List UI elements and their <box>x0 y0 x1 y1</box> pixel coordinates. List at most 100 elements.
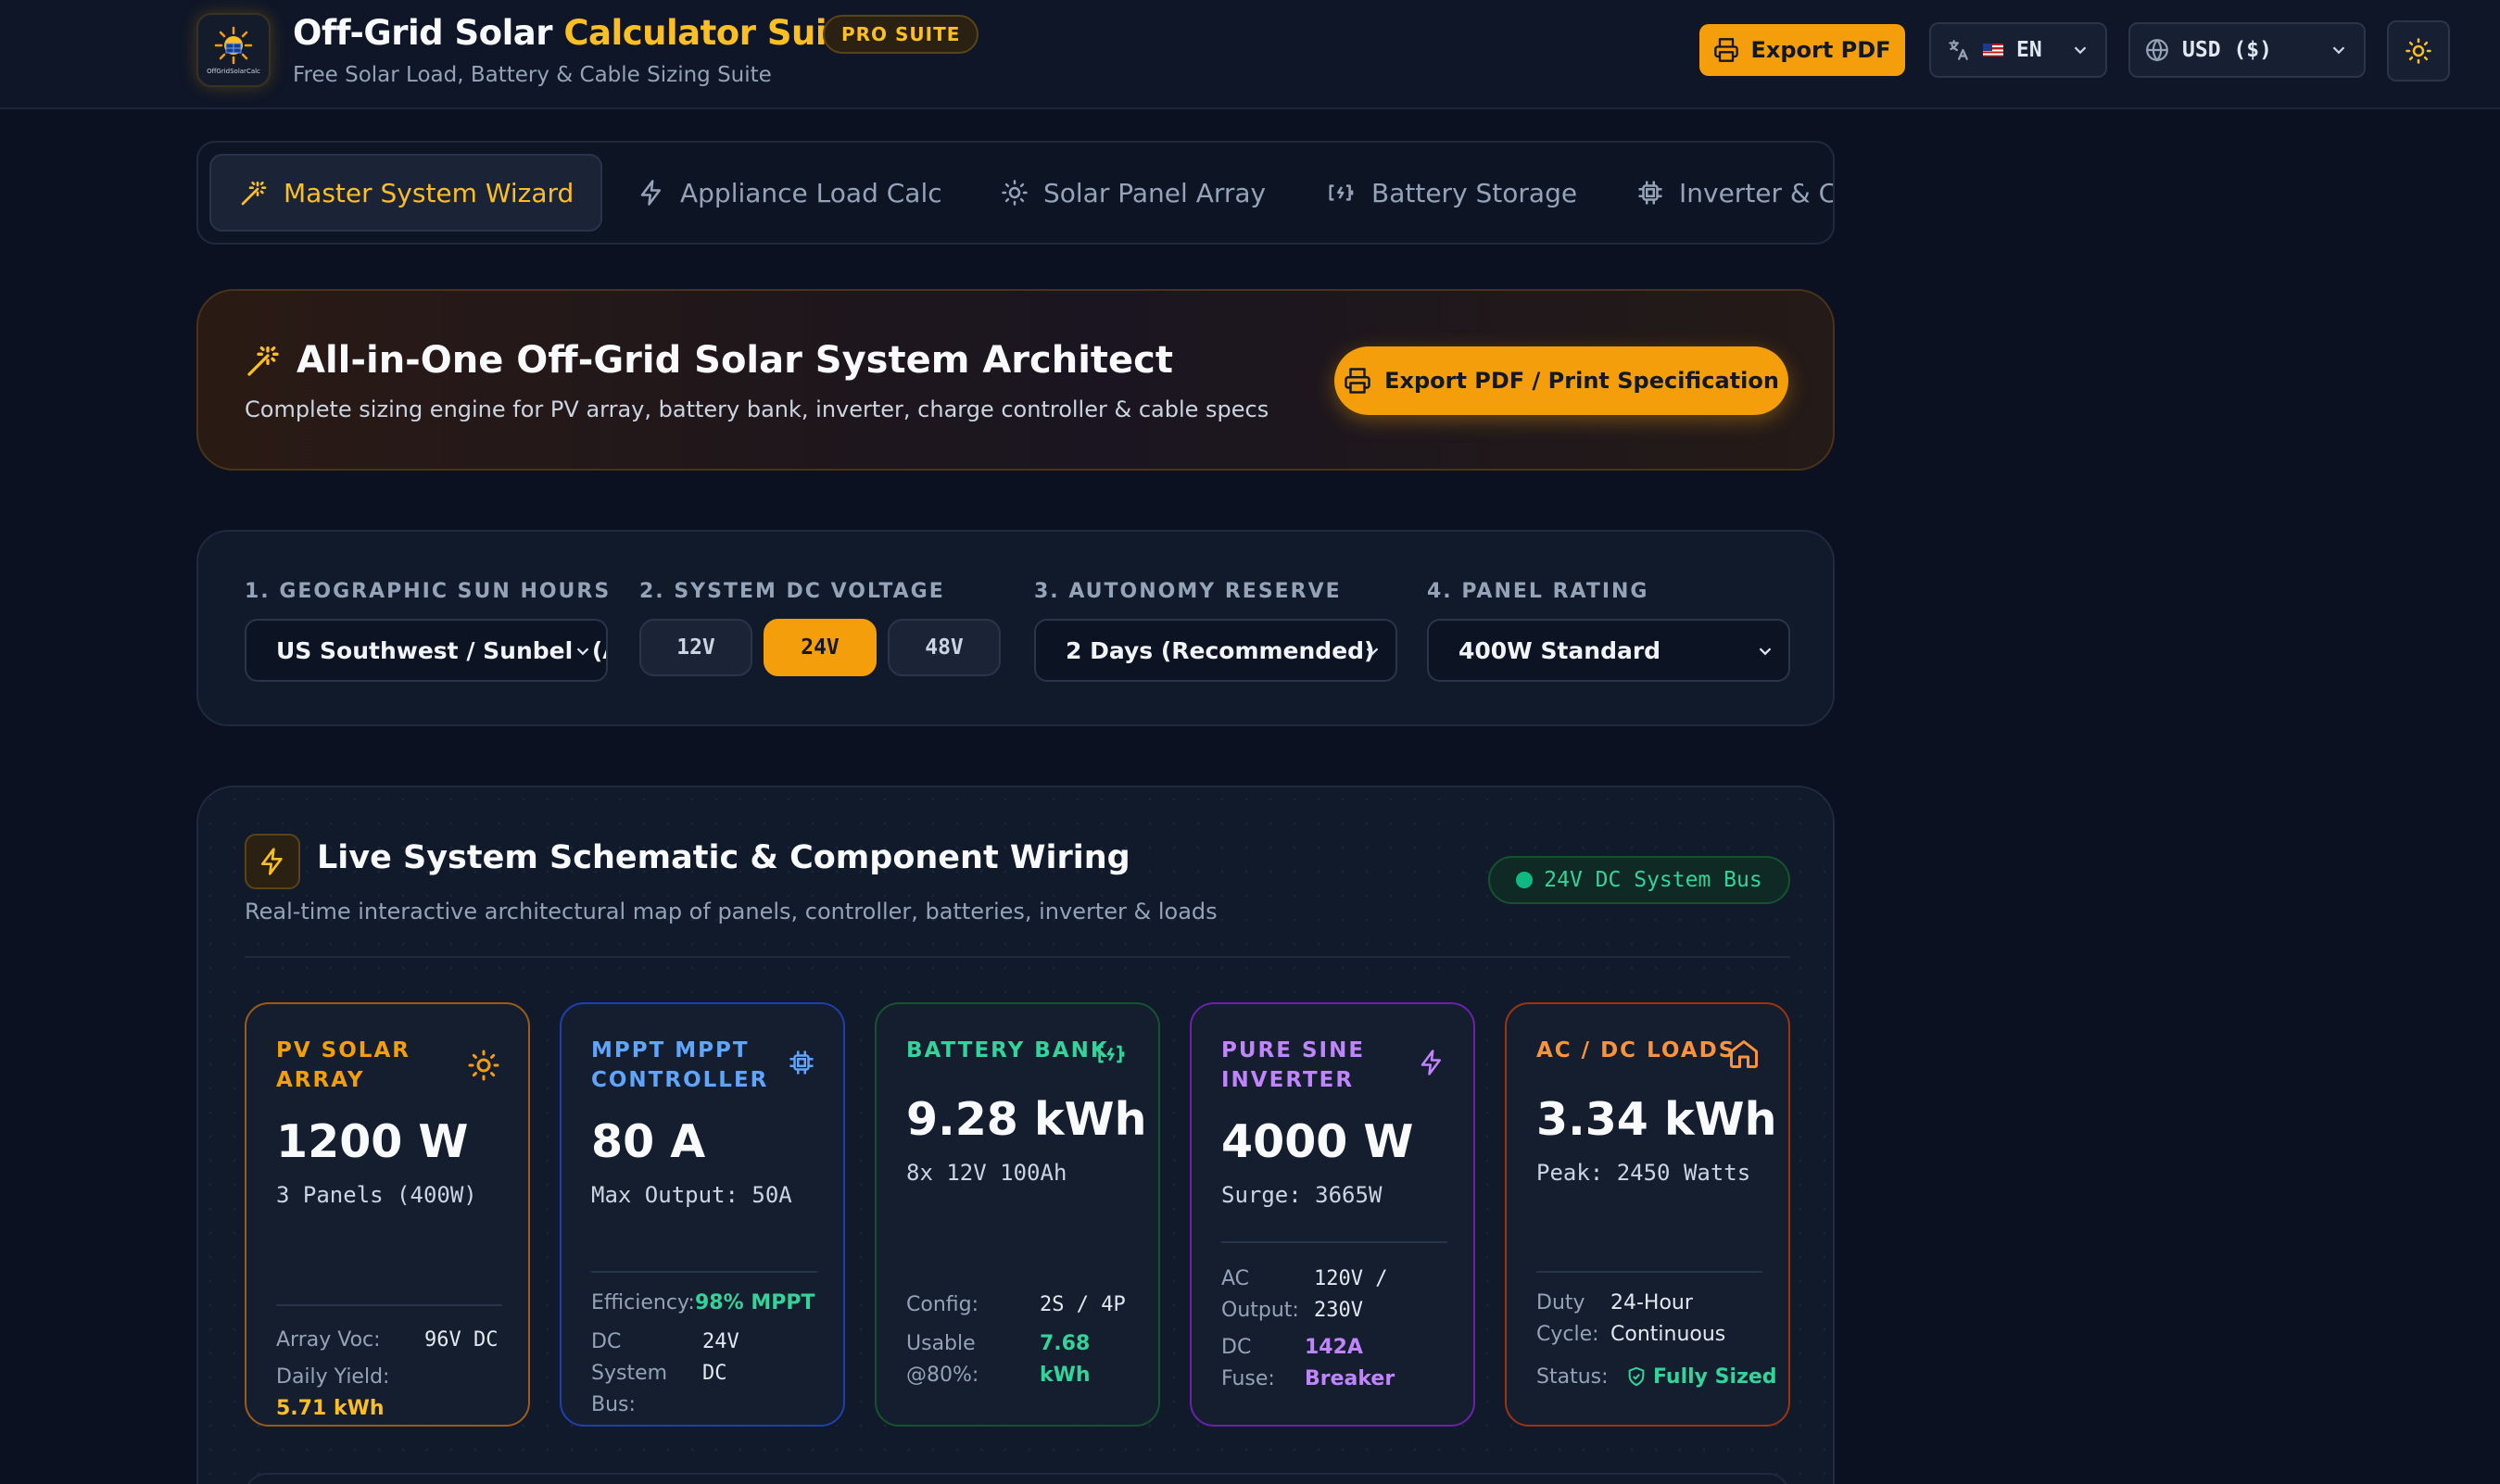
currency-value: USD ($) <box>2182 38 2272 62</box>
card-subtext: Surge: 3665W <box>1221 1182 1383 1208</box>
sun-hours-select[interactable]: US Southwest / Sunbelt (AZ, NV) <box>245 619 608 682</box>
chevron-down-icon <box>2332 46 2345 55</box>
currency-select[interactable]: USD ($) <box>2128 22 2366 78</box>
export-pdf-label: Export PDF <box>1750 37 1891 63</box>
schematic-title: Live System Schematic & Component Wiring <box>317 839 1130 876</box>
card-heading: AC / DC LOADS <box>1536 1038 1736 1063</box>
card-subtext: Max Output: 50A <box>591 1182 792 1208</box>
voltage-option-48v[interactable]: 48V <box>888 619 1001 676</box>
tab-label: Master System Wizard <box>284 177 574 208</box>
language-value: EN <box>2016 38 2042 62</box>
bolt-icon <box>261 848 283 875</box>
tab-label: Solar Panel Array <box>1043 177 1267 208</box>
dc-bus-label: 24V DC System Bus <box>1544 868 1762 892</box>
battery-charging-icon <box>1098 1045 1125 1063</box>
app-subtitle: Free Solar Load, Battery & Cable Sizing … <box>293 63 772 87</box>
sun-hours-label: 1. GEOGRAPHIC SUN HOURS <box>245 580 612 603</box>
sun-icon <box>2405 38 2431 64</box>
tab-master-system-wizard[interactable]: Master System Wizard <box>209 154 602 232</box>
calculator-tabs: Master System Wizard Appliance Load Calc… <box>196 141 1835 245</box>
app-title-main: Off-Grid Solar <box>293 13 553 53</box>
card-spec-efficiency: Efficiency:98% MPPT <box>591 1291 815 1314</box>
chevron-down-icon <box>1759 648 1772 656</box>
hero-title: All-in-One Off-Grid Solar System Archite… <box>245 339 1173 382</box>
card-subtext: 8x 12V 100Ah <box>906 1160 1067 1186</box>
chevron-down-icon <box>1366 648 1379 656</box>
schematic-subtitle: Real-time interactive architectural map … <box>245 899 1218 924</box>
card-spec-array-voc: Array Voc: 96V DC <box>276 1328 499 1352</box>
voltage-option-12v[interactable]: 12V <box>639 619 752 676</box>
card-spec-config: Config: 2S / 4P <box>906 1293 1126 1316</box>
card-value: 4000 W <box>1221 1115 1414 1168</box>
card-value: 9.28 kWh <box>906 1093 1147 1146</box>
theme-toggle-button[interactable] <box>2387 20 2450 82</box>
card-spec-usable: Usable @80%:7.68 kWh <box>906 1332 1091 1387</box>
bolt-icon <box>640 180 661 206</box>
battery-charging-icon <box>1329 184 1354 201</box>
chip-icon <box>789 1050 814 1075</box>
pure-sine-inverter-card[interactable]: PURE SINE INVERTER 4000 W Surge: 3665W A… <box>1190 1002 1475 1427</box>
card-heading: PV SOLAR ARRAY <box>276 1038 410 1092</box>
schematic-icon-box <box>245 834 300 889</box>
print-specification-button[interactable]: Export PDF / Print Specification <box>1334 346 1788 415</box>
tab-label: Battery Storage <box>1371 177 1578 208</box>
divider <box>1536 1271 1762 1273</box>
tab-inverter[interactable]: Inverter & C <box>1636 154 1835 232</box>
voltage-option-24v[interactable]: 24V <box>764 619 877 676</box>
dc-bus-badge: 24V DC System Bus <box>1488 856 1790 904</box>
export-pdf-button[interactable]: Export PDF <box>1699 24 1905 76</box>
shield-check-icon <box>1628 1366 1645 1387</box>
mppt-controller-card[interactable]: MPPT MPPT CONTROLLER 80 A Max Output: 50… <box>560 1002 845 1427</box>
card-subtext: 3 Panels (400W) <box>276 1182 477 1208</box>
hero-subtitle: Complete sizing engine for PV array, bat… <box>245 396 1269 422</box>
card-spec-ac-output: AC Output:120V / 230V <box>1221 1267 1388 1322</box>
divider <box>276 1304 502 1306</box>
card-spec-duty-cycle: Duty Cycle:24-Hour Continuous <box>1536 1291 1726 1346</box>
card-spec-daily-yield: Daily Yield:5.71 kWh <box>276 1365 390 1420</box>
next-section-edge <box>245 1473 1790 1484</box>
card-heading: PURE SINE INVERTER <box>1221 1038 1366 1092</box>
tab-solar-panel-array[interactable]: Solar Panel Array <box>1001 154 1266 232</box>
card-heading: MPPT MPPT CONTROLLER <box>591 1038 769 1092</box>
dc-voltage-label: 2. SYSTEM DC VOLTAGE <box>639 580 945 603</box>
chevron-down-icon <box>2074 46 2087 55</box>
card-value: 1200 W <box>276 1115 469 1168</box>
battery-bank-card[interactable]: BATTERY BANK 9.28 kWh 8x 12V 100Ah Confi… <box>875 1002 1160 1427</box>
chevron-down-icon <box>573 641 593 661</box>
sun-logo-icon <box>214 26 253 65</box>
panel-rating-label: 4. PANEL RATING <box>1427 580 1649 603</box>
ac-dc-loads-card[interactable]: AC / DC LOADS 3.34 kWh Peak: 2450 Watts … <box>1505 1002 1790 1427</box>
divider <box>591 1271 817 1273</box>
sun-icon <box>468 1050 499 1081</box>
panel-rating-select[interactable]: 400W Standard <box>1427 619 1790 682</box>
sun-icon <box>1002 180 1028 206</box>
magic-wand-icon <box>241 182 267 206</box>
app-header: OffGridSolarCalc Off-Grid Solar Calculat… <box>0 0 2500 109</box>
status-dot <box>1516 872 1534 888</box>
tab-label: Appliance Load Calc <box>680 177 942 208</box>
card-heading: BATTERY BANK <box>906 1038 1109 1063</box>
autonomy-select[interactable]: 2 Days (Recommended) <box>1034 619 1397 682</box>
logo-text: OffGridSolarCalc <box>207 68 260 75</box>
app-logo[interactable]: OffGridSolarCalc <box>196 13 271 87</box>
tab-appliance-load-calc[interactable]: Appliance Load Calc <box>638 154 942 232</box>
language-select[interactable]: EN <box>1929 22 2107 78</box>
translate-icon <box>1949 40 1968 60</box>
card-subtext: Peak: 2450 Watts <box>1536 1160 1751 1186</box>
magic-wand-icon <box>247 346 279 376</box>
pv-solar-array-card[interactable]: PV SOLAR ARRAY 1200 W 3 Panels (400W) Ar… <box>245 1002 530 1427</box>
divider <box>245 956 1790 958</box>
pro-suite-badge: PRO SUITE <box>823 15 979 54</box>
app-title-accent: Calculator Suite <box>563 13 865 53</box>
globe-icon <box>2146 39 2168 62</box>
bolt-icon <box>1420 1050 1441 1075</box>
card-spec-status: Status: Fully Sized <box>1536 1365 1777 1389</box>
card-spec-dc-fuse: DC Fuse:142A Breaker <box>1221 1336 1395 1390</box>
tab-label: Inverter & C <box>1679 177 1835 208</box>
tab-battery-storage[interactable]: Battery Storage <box>1327 154 1577 232</box>
card-value: 3.34 kWh <box>1536 1093 1777 1146</box>
sun-hours-value: US Southwest / Sunbelt (AZ, NV) <box>276 636 606 664</box>
system-config-panel: 1. GEOGRAPHIC SUN HOURS US Southwest / S… <box>196 530 1835 726</box>
printer-icon <box>1714 38 1739 62</box>
print-specification-label: Export PDF / Print Specification <box>1384 368 1779 394</box>
